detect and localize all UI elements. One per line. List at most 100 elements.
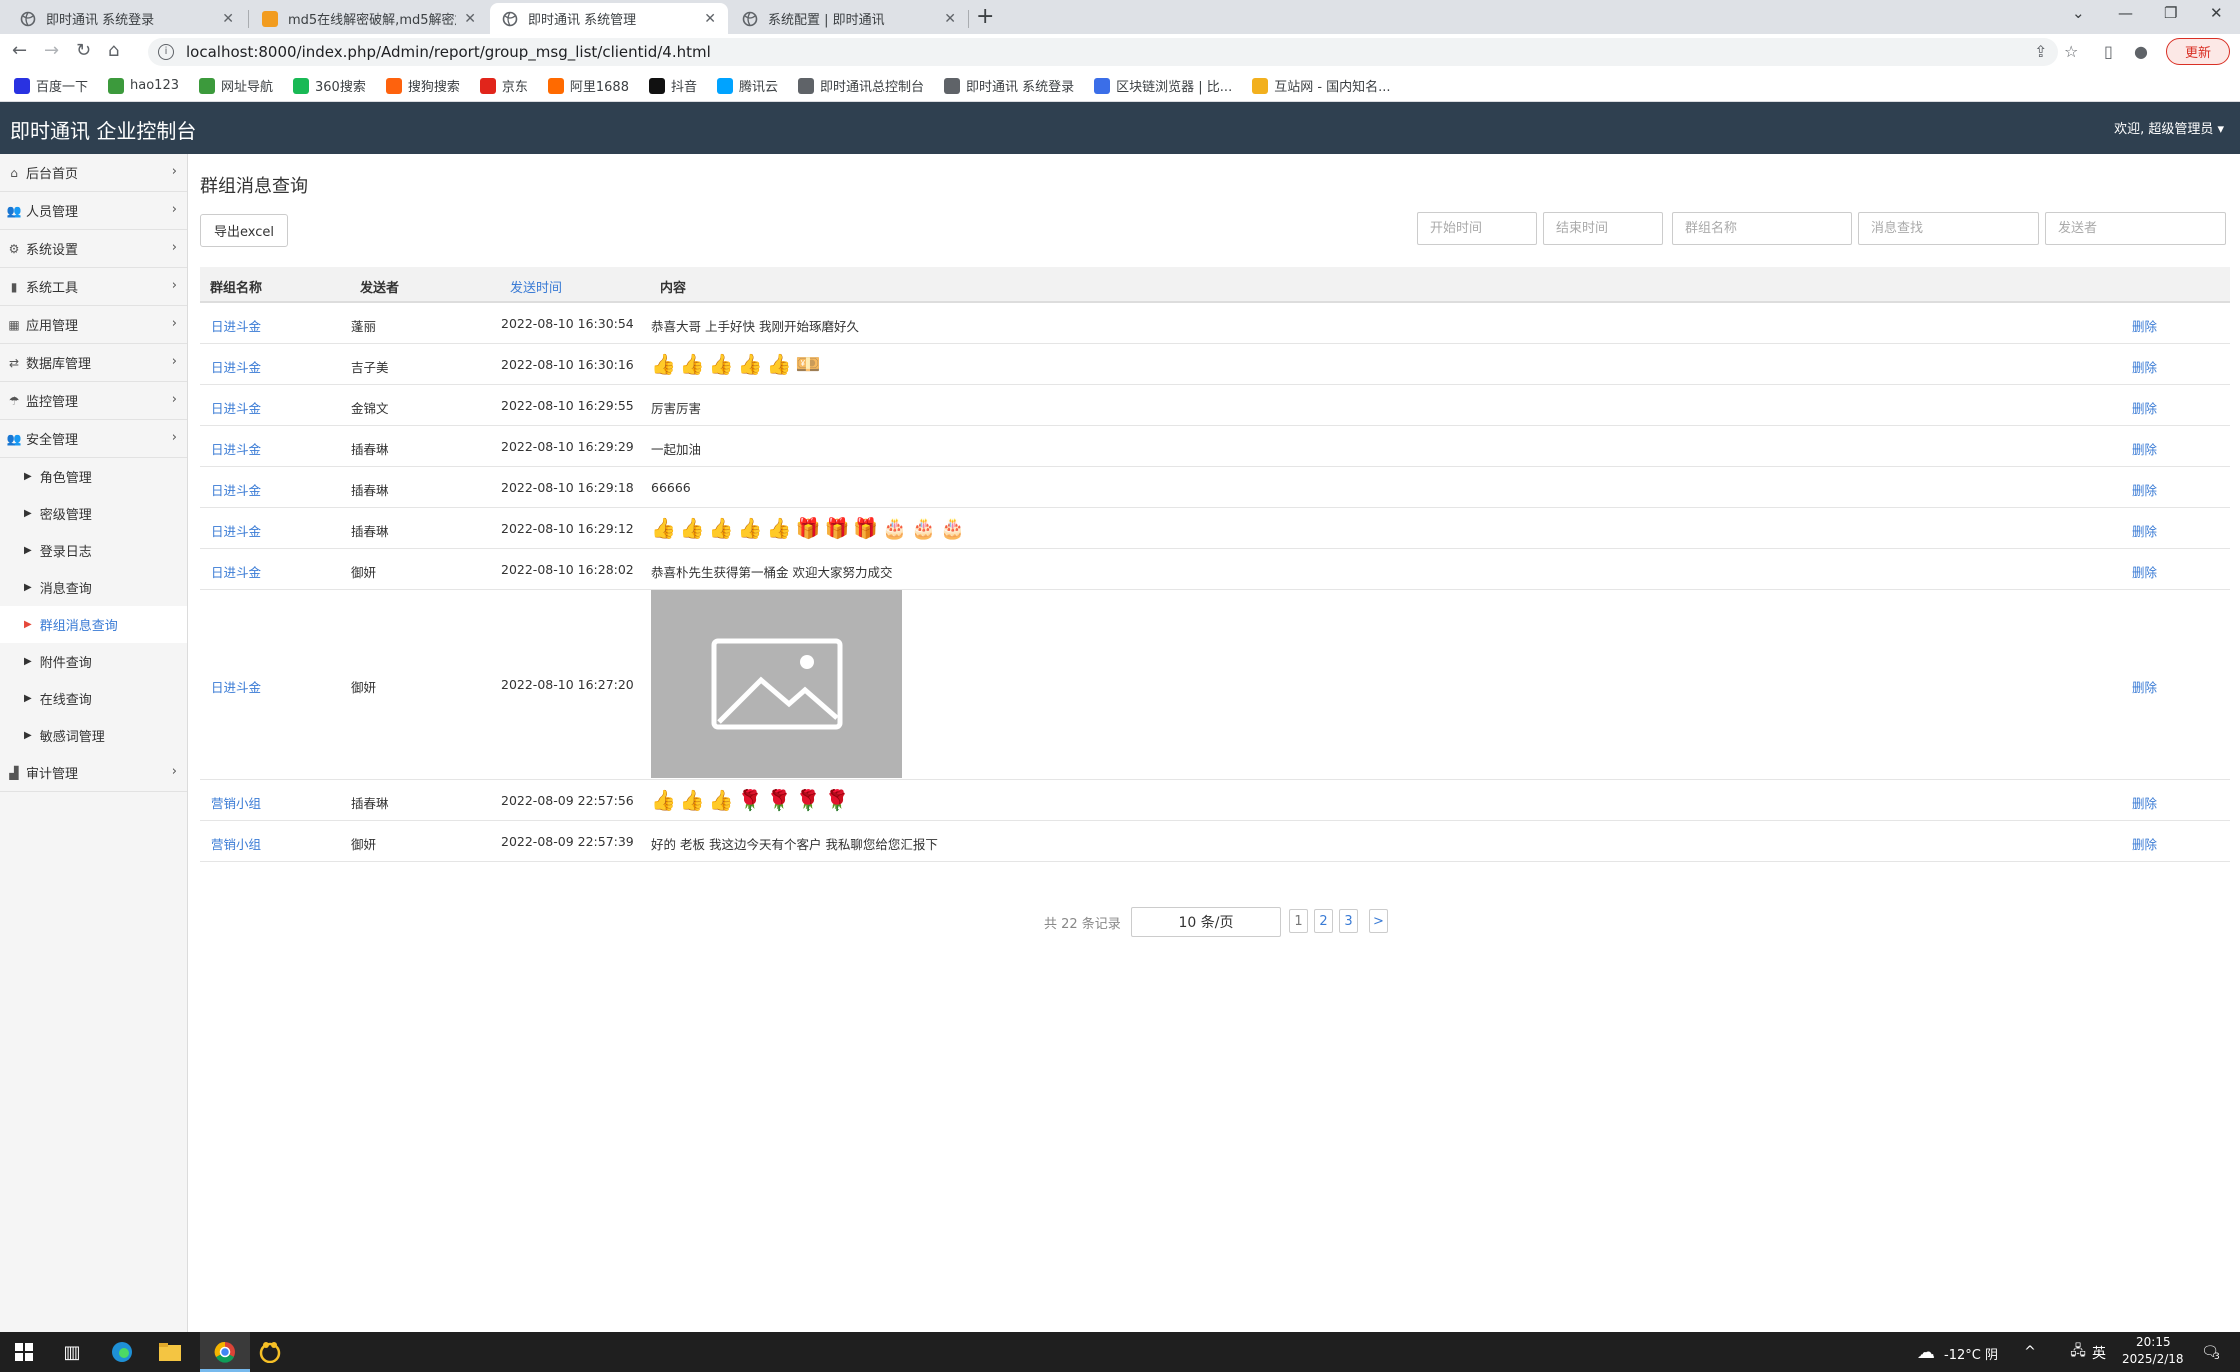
sidebar-subitem[interactable]: ▶ 登录日志 [0,532,187,569]
forward-arrow-icon[interactable]: → [44,40,59,61]
group-link[interactable]: 营销小组 [211,834,261,853]
delete-link[interactable]: 删除 [2132,834,2157,853]
clock-time[interactable]: 20:15 [2136,1335,2171,1349]
user-menu[interactable]: 欢迎, 超级管理员 ▾ [2114,118,2224,137]
delete-link[interactable]: 删除 [2132,357,2157,376]
bookmark-item[interactable]: 即时通讯 系统登录 [944,76,1074,95]
tab-system-admin[interactable]: 即时通讯 系统管理 ✕ [490,3,728,34]
page-3-button[interactable]: 3 [1339,909,1358,933]
minimize-button[interactable]: — [2118,4,2133,22]
group-link[interactable]: 日进斗金 [211,562,261,581]
delete-link[interactable]: 删除 [2132,480,2157,499]
clock-date[interactable]: 2025/2/18 [2122,1352,2184,1366]
sidebar-subitem[interactable]: ▶ 角色管理 [0,458,187,495]
group-link[interactable]: 日进斗金 [211,439,261,458]
export-excel-button[interactable]: 导出excel [200,214,288,247]
sender-input[interactable] [2045,212,2226,245]
sidebar-subitem[interactable]: ▶ 密级管理 [0,495,187,532]
chrome-icon[interactable] [213,1340,237,1364]
group-link[interactable]: 日进斗金 [211,521,261,540]
end-time-input[interactable] [1543,212,1663,245]
sidebar-item[interactable]: ☂ 监控管理 › [0,382,187,420]
sidebar-subitem[interactable]: ▶ 附件查询 [0,643,187,680]
group-name-input[interactable] [1672,212,1852,245]
sidebar-item[interactable]: ▦ 应用管理 › [0,306,187,344]
network-icon[interactable]: 🖧 [2066,1340,2090,1364]
sidebar-item[interactable]: ⇄ 数据库管理 › [0,344,187,382]
edge-icon[interactable] [110,1340,134,1364]
share-icon[interactable]: ⇪ [2034,42,2047,61]
bookmark-item[interactable]: 区块链浏览器 | 比... [1094,76,1232,95]
task-view-icon[interactable]: ▥ [60,1340,84,1364]
window-close-button[interactable]: ✕ [2210,4,2223,22]
address-bar[interactable]: i localhost:8000/index.php/Admin/report/… [148,38,2058,66]
page-2-button[interactable]: 2 [1314,909,1333,933]
group-link[interactable]: 营销小组 [211,793,261,812]
delete-link[interactable]: 删除 [2132,439,2157,458]
weather-text[interactable]: -12°C 阴 [1944,1344,1998,1363]
start-time-input[interactable] [1417,212,1537,245]
sidebar-item[interactable]: ⚙ 系统设置 › [0,230,187,268]
bookmark-item[interactable]: 360搜索 [293,76,366,95]
bookmark-item[interactable]: 京东 [479,76,528,95]
back-arrow-icon[interactable]: ← [12,40,27,61]
image-placeholder-icon[interactable] [651,590,902,778]
delete-link[interactable]: 删除 [2132,521,2157,540]
side-panel-icon[interactable]: ▯ [2104,42,2113,61]
sidebar-item[interactable]: ▟ 审计管理 › [0,754,187,792]
next-page-button[interactable]: > [1369,909,1388,933]
ime-indicator[interactable]: 英 [2092,1343,2106,1363]
site-info-icon[interactable]: i [158,44,174,60]
bookmark-item[interactable]: 即时通讯总控制台 [798,76,924,95]
bookmark-item[interactable]: hao123 [108,77,179,94]
bookmark-item[interactable]: 互站网 - 国内知名... [1252,76,1391,95]
delete-link[interactable]: 删除 [2132,562,2157,581]
sidebar-subitem[interactable]: ▶ 消息查询 [0,569,187,606]
tab-system-config[interactable]: 系统配置 | 即时通讯 ✕ [730,3,968,34]
bookmark-item[interactable]: 腾讯云 [716,76,778,95]
tab-search-icon[interactable]: ⌄ [2072,4,2085,22]
message-search-input[interactable] [1858,212,2039,245]
sidebar-item[interactable]: 👥 安全管理 › [0,420,187,458]
close-icon[interactable]: ✕ [944,11,956,27]
bookmark-item[interactable]: 网址导航 [199,76,273,95]
delete-link[interactable]: 删除 [2132,316,2157,335]
chevron-up-icon[interactable]: ^ [2018,1340,2042,1364]
file-explorer-icon[interactable] [158,1340,182,1364]
column-time[interactable]: 发送时间 [510,277,562,296]
close-icon[interactable]: ✕ [222,11,234,27]
page-size-select[interactable]: 10 条/页 [1131,907,1281,937]
bookmark-item[interactable]: 阿里1688 [547,76,629,95]
sidebar-item[interactable]: 👥 人员管理 › [0,192,187,230]
group-link[interactable]: 日进斗金 [211,398,261,417]
sidebar-item[interactable]: ▮ 系统工具 › [0,268,187,306]
bookmark-item[interactable]: 百度一下 [14,76,88,95]
sidebar-subitem[interactable]: ▶ 群组消息查询 [0,606,187,643]
bookmark-item[interactable]: 搜狗搜索 [385,76,460,95]
sidebar-subitem[interactable]: ▶ 敏感词管理 [0,717,187,754]
group-link[interactable]: 日进斗金 [211,480,261,499]
sidebar-item[interactable]: ⌂ 后台首页 › [0,154,187,192]
tab-md5[interactable]: md5在线解密破解,md5解密加密 ✕ [250,3,488,34]
sidebar-subitem[interactable]: ▶ 在线查询 [0,680,187,717]
profile-icon[interactable]: ● [2134,42,2148,61]
update-button[interactable]: 更新 [2166,38,2230,65]
tab-login[interactable]: 即时通讯 系统登录 ✕ [8,3,246,34]
reload-icon[interactable]: ↻ [76,40,91,61]
page-1-button[interactable]: 1 [1289,909,1308,933]
group-link[interactable]: 日进斗金 [211,357,261,376]
app-icon[interactable] [258,1340,282,1364]
bookmark-item[interactable]: 抖音 [648,76,697,95]
restore-button[interactable]: ❐ [2164,4,2177,22]
close-icon[interactable]: ✕ [704,11,716,27]
home-icon[interactable]: ⌂ [108,40,119,61]
delete-link[interactable]: 删除 [2132,793,2157,812]
new-tab-button[interactable]: + [976,4,994,29]
bookmark-star-icon[interactable]: ☆ [2064,42,2078,61]
close-icon[interactable]: ✕ [464,11,476,27]
delete-link[interactable]: 删除 [2132,677,2157,696]
group-link[interactable]: 日进斗金 [211,316,261,335]
group-link[interactable]: 日进斗金 [211,677,261,696]
windows-start-icon[interactable] [12,1340,36,1364]
delete-link[interactable]: 删除 [2132,398,2157,417]
